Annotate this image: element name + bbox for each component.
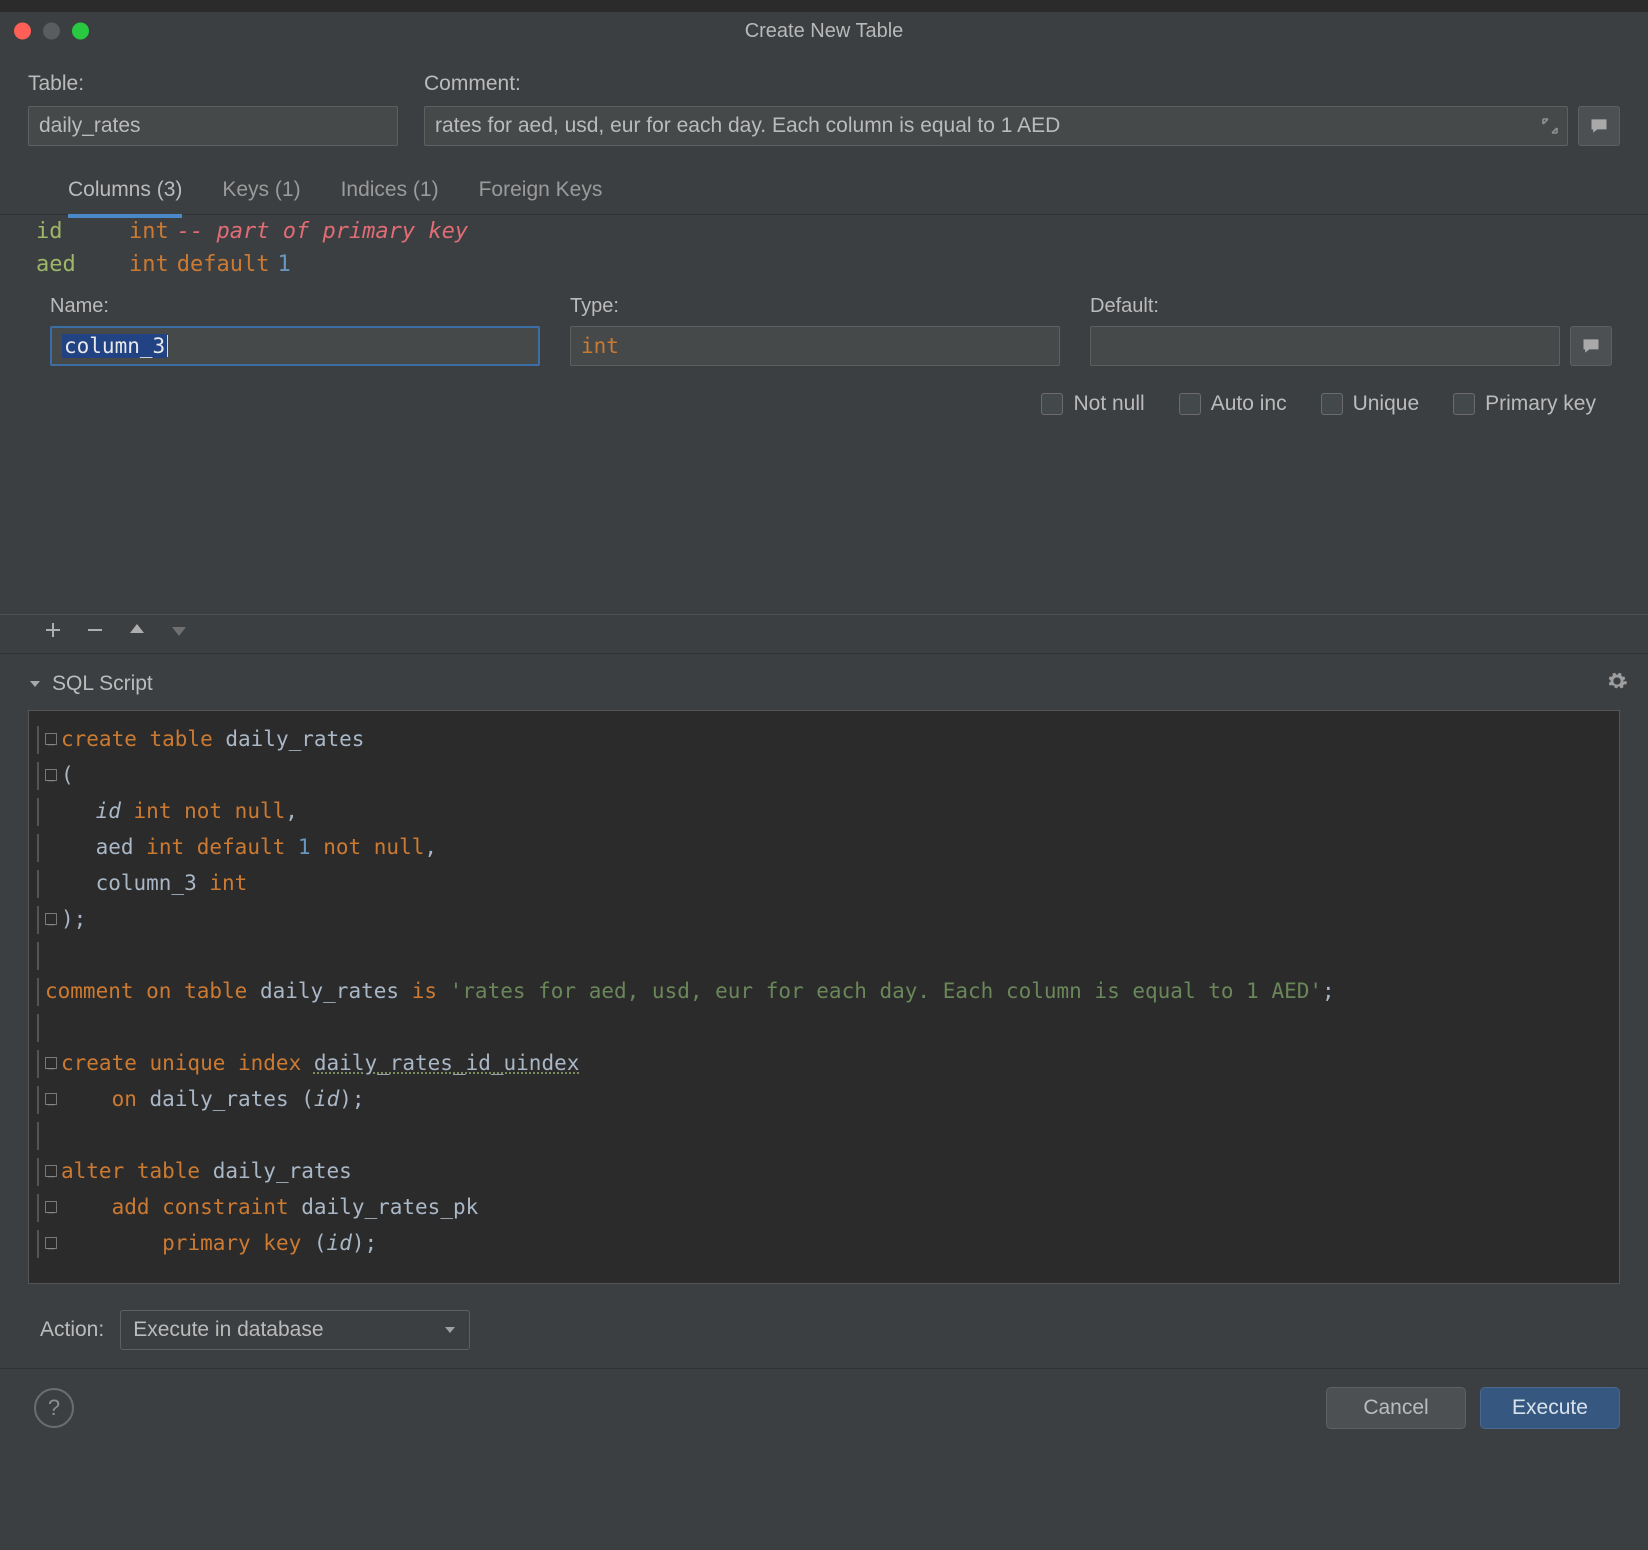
zoom-icon[interactable] (72, 23, 89, 40)
not-null-checkbox[interactable]: Not null (1041, 392, 1144, 416)
action-label: Action: (40, 1318, 104, 1342)
column-list[interactable]: id int -- part of primary key aed int de… (0, 215, 1648, 281)
column-editor: Name: column_3 Type: Default: (0, 281, 1648, 374)
tab-columns[interactable]: Columns (3) (68, 178, 182, 218)
execute-button[interactable]: Execute (1480, 1387, 1620, 1429)
tab-foreign-keys[interactable]: Foreign Keys (479, 178, 603, 214)
name-label: Name: (50, 295, 540, 318)
chevron-down-icon (28, 677, 42, 691)
column-list-spacer (0, 424, 1648, 614)
gear-icon[interactable] (1606, 670, 1628, 698)
default-input[interactable] (1090, 326, 1560, 366)
move-down-icon[interactable] (170, 621, 188, 645)
comment-input[interactable] (424, 106, 1568, 146)
table-field: Table: (28, 72, 398, 146)
table-input[interactable] (28, 106, 398, 146)
comment-field: Comment: (424, 72, 1620, 146)
comment-button[interactable] (1578, 106, 1620, 146)
column-name: id (36, 219, 121, 244)
column-type: int (129, 252, 169, 277)
add-icon[interactable] (44, 621, 62, 645)
default-comment-button[interactable] (1570, 326, 1612, 366)
window-title: Create New Table (745, 20, 904, 43)
expand-icon[interactable] (1540, 116, 1560, 136)
move-up-icon[interactable] (128, 621, 146, 645)
column-flags: Not null Auto inc Unique Primary key (0, 374, 1648, 424)
column-row[interactable]: aed int default 1 (28, 248, 1620, 281)
column-default-kw: default (177, 252, 270, 277)
unique-checkbox[interactable]: Unique (1321, 392, 1420, 416)
form-top: Table: Comment: (0, 50, 1648, 154)
column-row[interactable]: id int -- part of primary key (28, 215, 1620, 248)
tab-keys[interactable]: Keys (1) (222, 178, 300, 214)
column-name: aed (36, 252, 121, 277)
chevron-down-icon (443, 1323, 457, 1337)
primary-key-checkbox[interactable]: Primary key (1453, 392, 1596, 416)
help-button[interactable]: ? (34, 1388, 74, 1428)
column-default: 1 (277, 252, 290, 277)
tabs: Columns (3) Keys (1) Indices (1) Foreign… (0, 154, 1648, 214)
close-icon[interactable] (14, 23, 31, 40)
action-select[interactable]: Execute in database (120, 1310, 470, 1350)
dialog-footer: ? Cancel Execute (0, 1368, 1648, 1453)
window-titlebar: Create New Table (0, 12, 1648, 50)
tab-indices[interactable]: Indices (1) (341, 178, 439, 214)
auto-inc-checkbox[interactable]: Auto inc (1179, 392, 1287, 416)
column-type: int (129, 219, 169, 244)
column-note: -- part of primary key (177, 219, 468, 244)
remove-icon[interactable] (86, 621, 104, 645)
type-input[interactable] (570, 326, 1060, 366)
comment-label: Comment: (424, 72, 1620, 96)
default-label: Default: (1090, 295, 1612, 318)
name-input[interactable]: column_3 (50, 326, 540, 366)
type-label: Type: (570, 295, 1060, 318)
sql-section-header[interactable]: SQL Script (0, 654, 1648, 710)
window-controls (14, 23, 89, 40)
minimize-icon[interactable] (43, 23, 60, 40)
action-row: Action: Execute in database (0, 1302, 1648, 1368)
sql-script-label: SQL Script (52, 672, 153, 696)
cancel-button[interactable]: Cancel (1326, 1387, 1466, 1429)
background-editor-strip (0, 0, 1648, 12)
list-toolbar (0, 614, 1648, 654)
table-label: Table: (28, 72, 398, 96)
sql-editor[interactable]: create table daily_rates ( id int not nu… (28, 710, 1620, 1284)
